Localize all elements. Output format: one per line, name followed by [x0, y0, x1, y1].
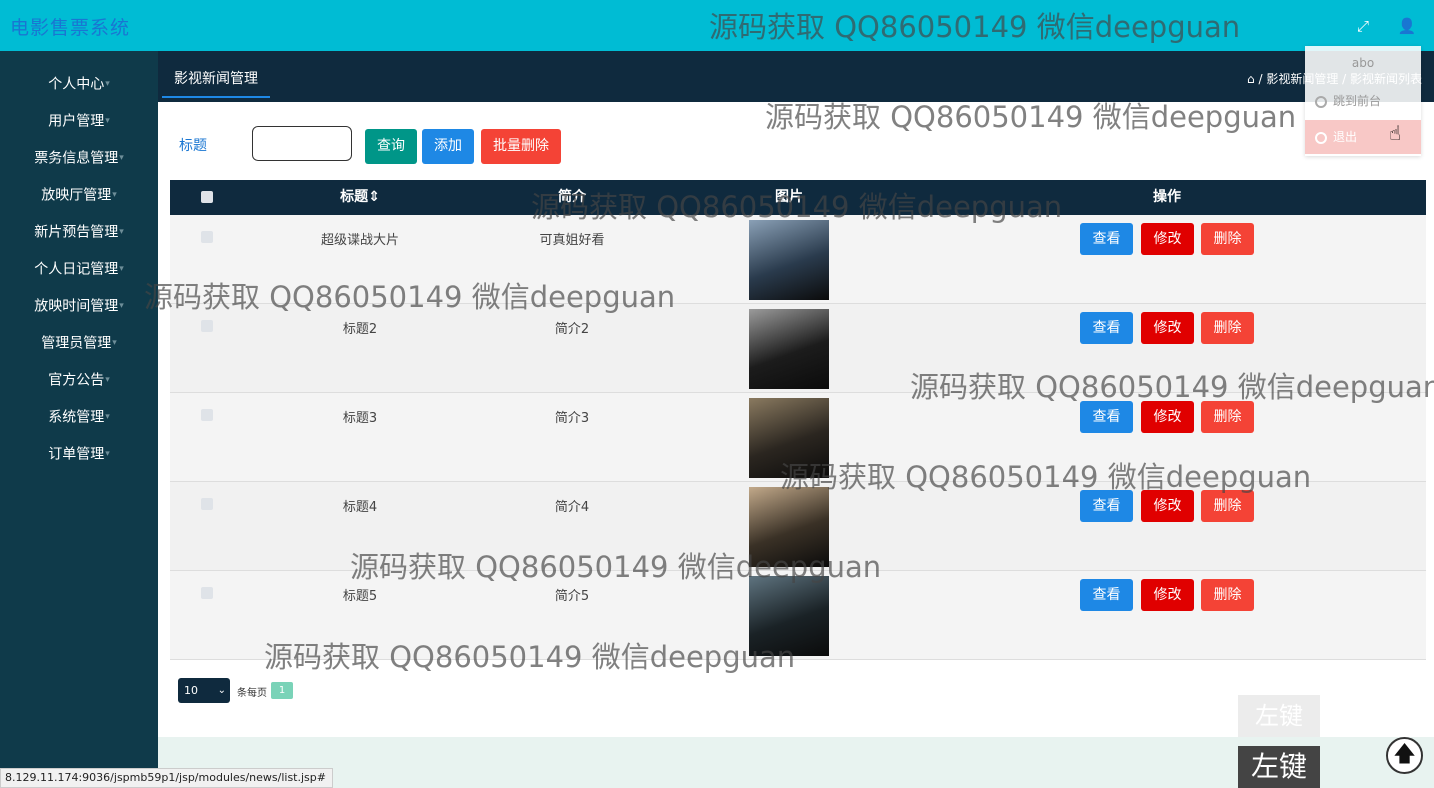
watermark: 源码获取 QQ86050149 微信deepguan: [765, 100, 1297, 134]
sidebar-item-trailers[interactable]: 新片预告管理▾: [0, 214, 158, 251]
row-intro: 简介2: [554, 322, 590, 337]
watermark: 源码获取 QQ86050149 微信deepguan: [531, 190, 1063, 224]
watermark: 源码获取 QQ86050149 微信deepguan: [144, 280, 676, 314]
header-action: 操作: [1153, 189, 1181, 205]
sidebar: 个人中心▾ 用户管理▾ 票务信息管理▾ 放映厅管理▾ 新片预告管理▾ 个人日记管…: [0, 51, 158, 788]
sidebar-item-personal-center[interactable]: 个人中心▾: [0, 66, 158, 103]
watermark: 源码获取 QQ86050149 微信deepguan: [709, 10, 1241, 44]
row-title: 超级谍战大片: [320, 233, 400, 248]
poster-image: [749, 220, 829, 300]
sidebar-item-orders[interactable]: 订单管理▾: [0, 436, 158, 473]
sidebar-item-label: 官方公告: [48, 372, 105, 389]
fullscreen-icon[interactable]: ⤢: [1349, 12, 1377, 40]
tab-news-management[interactable]: 影视新闻管理: [162, 63, 270, 98]
chevron-down-icon: ▾: [105, 79, 110, 89]
chevron-down-icon: ▾: [119, 153, 124, 163]
query-button[interactable]: 查询: [365, 129, 417, 164]
title-search-input[interactable]: [252, 126, 352, 161]
sidebar-item-label: 新片预告管理: [34, 224, 119, 241]
user-icon[interactable]: 👤: [1393, 12, 1421, 40]
sidebar-item-diary[interactable]: 个人日记管理▾: [0, 251, 158, 288]
news-table: 标题⇕ 简介 图片 操作 超级谍战大片 可真姐好看 查看 修改 删除 标题2 简介2 查看 修改…: [170, 180, 1426, 660]
sidebar-item-halls[interactable]: 放映厅管理▾: [0, 177, 158, 214]
page-number-current[interactable]: 1: [271, 682, 293, 699]
title-filter-label: 标题: [179, 138, 207, 154]
home-icon: [1315, 95, 1327, 108]
chevron-down-icon: ▾: [105, 449, 110, 459]
delete-button[interactable]: 删除: [1201, 223, 1254, 255]
edit-button[interactable]: 修改: [1141, 223, 1194, 255]
chevron-down-icon: ▾: [119, 264, 124, 274]
row-title: 标题4: [342, 500, 378, 515]
row-intro: 简介5: [554, 589, 590, 604]
row-title: 标题2: [342, 322, 378, 337]
row-intro: 简介3: [554, 411, 590, 426]
sidebar-item-label: 票务信息管理: [34, 150, 119, 167]
watermark: 源码获取 QQ86050149 微信deepguan: [910, 370, 1434, 404]
page-size-label: 条每页: [237, 688, 267, 699]
chevron-down-icon: ▾: [119, 301, 124, 311]
edit-button[interactable]: 修改: [1141, 312, 1194, 344]
watermark: 源码获取 QQ86050149 微信deepguan: [780, 460, 1312, 494]
chevron-down-icon: ▾: [119, 227, 124, 237]
batch-delete-button[interactable]: 批量删除: [481, 129, 561, 164]
view-button[interactable]: 查看: [1080, 579, 1133, 611]
select-all-checkbox[interactable]: [201, 191, 213, 203]
sidebar-item-label: 个人中心: [48, 76, 105, 93]
row-intro: 可真姐好看: [539, 233, 605, 248]
sidebar-item-admins[interactable]: 管理员管理▾: [0, 325, 158, 362]
view-button[interactable]: 查看: [1080, 312, 1133, 344]
sidebar-item-tickets[interactable]: 票务信息管理▾: [0, 140, 158, 177]
add-button[interactable]: 添加: [422, 129, 474, 164]
row-title: 标题5: [342, 589, 378, 604]
chevron-down-icon: ▾: [112, 338, 117, 348]
logout-item[interactable]: 退出: [1305, 120, 1421, 154]
delete-button[interactable]: 删除: [1201, 579, 1254, 611]
user-dropdown-menu: abo 跳到前台 退出: [1305, 46, 1421, 156]
delete-button[interactable]: 删除: [1201, 312, 1254, 344]
watermark: 源码获取 QQ86050149 微信deepguan: [350, 550, 882, 584]
row-checkbox[interactable]: [201, 498, 213, 510]
logout-label: 退出: [1333, 130, 1358, 144]
chevron-down-icon: ⌄: [217, 685, 226, 696]
sidebar-item-label: 系统管理: [48, 409, 105, 426]
row-title: 标题3: [342, 411, 378, 426]
poster-image: [749, 309, 829, 389]
view-button[interactable]: 查看: [1080, 223, 1133, 255]
sidebar-item-label: 个人日记管理: [34, 261, 119, 278]
sidebar-item-users[interactable]: 用户管理▾: [0, 103, 158, 140]
sidebar-item-announcements[interactable]: 官方公告▾: [0, 362, 158, 399]
status-bar-url: 8.129.11.174:9036/jspmb59p1/jsp/modules/…: [0, 768, 333, 788]
page-size-value: 10: [184, 684, 198, 697]
edit-button[interactable]: 修改: [1141, 579, 1194, 611]
hand-cursor-icon: ☝: [1389, 121, 1402, 145]
row-checkbox[interactable]: [201, 587, 213, 599]
chevron-down-icon: ▾: [112, 190, 117, 200]
key-hint-badge: 左键: [1238, 746, 1320, 788]
chevron-down-icon: ▾: [105, 116, 110, 126]
go-frontend-item[interactable]: 跳到前台: [1305, 84, 1421, 118]
page-size-select[interactable]: 10 ⌄: [178, 678, 230, 703]
row-intro: 简介4: [554, 500, 590, 515]
chevron-down-icon: ▾: [105, 375, 110, 385]
app-title: 电影售票系统: [10, 17, 131, 39]
sidebar-item-label: 用户管理: [48, 113, 105, 130]
sidebar-item-label: 放映时间管理: [34, 298, 119, 315]
row-checkbox[interactable]: [201, 409, 213, 421]
chevron-down-icon: ▾: [105, 412, 110, 422]
sidebar-item-schedule[interactable]: 放映时间管理▾: [0, 288, 158, 325]
sidebar-item-label: 放映厅管理: [41, 187, 112, 204]
row-checkbox[interactable]: [201, 231, 213, 243]
sidebar-item-label: 订单管理: [48, 446, 105, 463]
username: abo: [1351, 56, 1375, 70]
key-hint-ghost: 左键: [1238, 695, 1320, 737]
scroll-to-top-button[interactable]: 🡅: [1386, 737, 1423, 774]
header-title[interactable]: 标题⇕: [340, 180, 380, 215]
sidebar-item-label: 管理员管理: [41, 335, 112, 352]
go-frontend-label: 跳到前台: [1333, 94, 1382, 108]
sidebar-item-system[interactable]: 系统管理▾: [0, 399, 158, 436]
watermark: 源码获取 QQ86050149 微信deepguan: [264, 640, 796, 674]
logout-icon: [1315, 131, 1327, 144]
row-checkbox[interactable]: [201, 320, 213, 332]
